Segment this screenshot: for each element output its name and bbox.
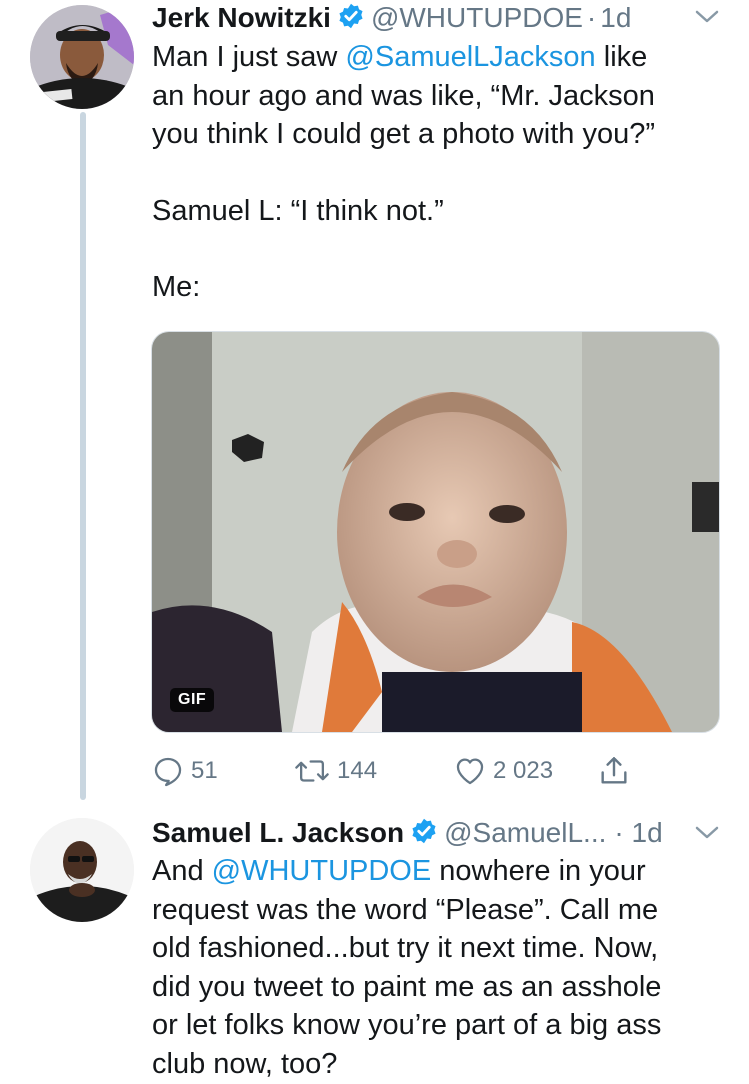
dot-separator: ·	[586, 2, 597, 33]
tweet1-line: an hour ago and was like, “Mr. Jackson	[152, 79, 655, 112]
tweet1-line: you think I could get a photo with you?”	[152, 118, 655, 150]
reply-count: 51	[191, 757, 218, 784]
like-count: 2 023	[493, 757, 554, 784]
text-span: like	[595, 41, 648, 73]
tweet2-line: old fashioned...but try it next time. No…	[152, 932, 659, 964]
mention-link[interactable]: @WHUTUPDOE	[212, 855, 432, 887]
text-span: nowhere in your	[431, 855, 646, 887]
tweet1-body: Man I just saw @SamuelLJackson like an h…	[152, 38, 742, 307]
avatar-samuel-l-jackson[interactable]	[30, 818, 134, 922]
tweet1-line: Man I just saw @SamuelLJackson like	[152, 38, 742, 77]
author-name[interactable]: Jerk Nowitzki	[152, 2, 331, 34]
retweet-button[interactable]: 144	[293, 754, 377, 788]
share-icon	[601, 757, 627, 784]
like-icon	[456, 758, 484, 785]
tweet2-line: or let folks know you’re part of a big a…	[152, 1009, 662, 1041]
chevron-down-icon[interactable]	[694, 824, 720, 847]
author-handle[interactable]: @SamuelL...	[444, 817, 606, 849]
tweet1-line: Samuel L: “I think not.”	[152, 194, 444, 227]
tweet-time[interactable]: · 1d	[614, 817, 662, 849]
chevron-down-icon[interactable]	[694, 8, 720, 31]
verified-icon	[337, 2, 365, 35]
gif-media[interactable]: GIF	[151, 331, 720, 733]
mention-link[interactable]: @SamuelLJackson	[345, 41, 595, 73]
tweet1-line: Me:	[152, 271, 201, 303]
reply-button[interactable]: 51	[151, 754, 218, 788]
text-span: And	[152, 855, 212, 887]
tweet2-line: And @WHUTUPDOE nowhere in your	[152, 852, 747, 891]
tweet2-line: club now, too?	[152, 1047, 338, 1080]
gif-badge: GIF	[170, 688, 215, 712]
verified-icon	[410, 817, 438, 850]
tweet1-actions: 51 144 2 023	[151, 752, 651, 792]
tweet1-header: Jerk Nowitzki @WHUTUPDOE · 1d	[152, 0, 631, 36]
text-span: Man I just saw	[152, 41, 346, 73]
tweet2-line: did you tweet to paint me as an asshole	[152, 970, 662, 1003]
author-name[interactable]: Samuel L. Jackson	[152, 817, 404, 849]
retweet-icon	[295, 760, 329, 782]
like-button[interactable]: 2 023	[453, 754, 553, 788]
reply-icon	[154, 757, 182, 787]
thread-connector-line	[80, 112, 86, 800]
share-button[interactable]	[597, 754, 637, 788]
tweet-time[interactable]: 1d	[600, 2, 631, 34]
author-handle[interactable]: @WHUTUPDOE	[371, 2, 583, 34]
tweet2-body: And @WHUTUPDOE nowhere in your request w…	[152, 852, 747, 1083]
tweet2-header: Samuel L. Jackson @SamuelL... · 1d	[152, 815, 663, 851]
retweet-count: 144	[337, 757, 378, 784]
tweet2-line: request was the word “Please”. Call me	[152, 893, 659, 926]
avatar-jerk-nowitzki[interactable]	[30, 5, 134, 109]
gif-frame-image	[152, 332, 719, 732]
